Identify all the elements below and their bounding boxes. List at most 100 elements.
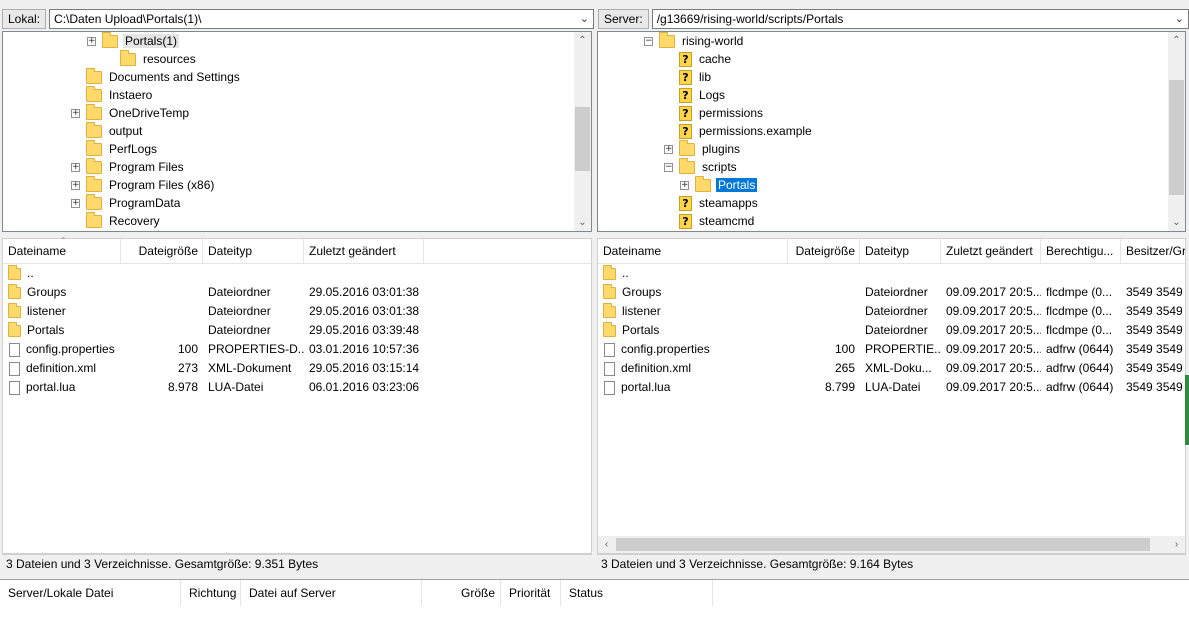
cell-name: Portals xyxy=(3,321,121,340)
tree-item[interactable]: + plugins xyxy=(664,139,742,158)
cell-type: LUA-Datei xyxy=(208,380,264,394)
queue-col-file[interactable]: Server/Lokale Datei xyxy=(0,580,181,606)
scroll-thumb[interactable] xyxy=(616,538,1150,551)
tree-item[interactable]: + Program Files (x86) xyxy=(71,175,216,194)
scroll-down-icon[interactable]: ⌄ xyxy=(1168,214,1185,231)
cell-type: Dateiordner xyxy=(208,304,271,318)
col-header-type[interactable]: Dateityp xyxy=(860,239,941,263)
tree-item[interactable]: − scripts xyxy=(664,157,739,176)
queue-col-direction[interactable]: Richtung xyxy=(181,580,241,606)
scroll-thumb[interactable] xyxy=(575,107,590,171)
table-row[interactable]: definition.xml 273 XML-Dokument 29.05.2016 … xyxy=(3,359,591,378)
queue-col-status[interactable]: Status xyxy=(561,580,713,606)
tree-item[interactable]: + Portals xyxy=(680,175,758,194)
scroll-right-icon[interactable]: › xyxy=(1168,536,1185,553)
remote-directory-tree[interactable]: − rising-world? cache? lib? Logs? permissions… xyxy=(597,31,1186,232)
tree-item[interactable]: + OneDriveTemp xyxy=(71,103,191,122)
collapse-icon[interactable]: − xyxy=(664,162,673,172)
tree-item[interactable]: − rising-world xyxy=(644,32,745,50)
expand-icon[interactable]: + xyxy=(87,36,96,46)
tree-item[interactable]: Recovery xyxy=(71,211,162,230)
table-row[interactable]: Groups Dateiordner 09.09.2017 20:5... flcdm… xyxy=(598,283,1185,302)
table-row[interactable]: config.properties 100 PROPERTIES-D... 03.01… xyxy=(3,340,591,359)
cell-size xyxy=(788,264,860,283)
tree-item[interactable]: ? steamcmd xyxy=(664,212,756,230)
transfer-queue[interactable]: Server/Lokale Datei Richtung Datei auf S… xyxy=(0,579,1189,636)
folder-icon xyxy=(603,264,616,280)
chevron-down-icon[interactable]: ⌄ xyxy=(580,12,589,25)
scroll-thumb[interactable] xyxy=(1169,80,1184,195)
remote-list-hscrollbar[interactable]: ‹ › xyxy=(598,536,1185,553)
col-header-name[interactable]: Dateiname xyxy=(598,239,788,263)
remote-path-input[interactable]: /g13669/rising-world/scripts/Portals xyxy=(657,12,844,26)
remote-path-combo[interactable]: /g13669/rising-world/scripts/Portals ⌄ xyxy=(651,9,1189,29)
local-path-input[interactable]: C:\Daten Upload\Portals(1)\ xyxy=(54,12,201,26)
table-row[interactable]: portal.lua 8.978 LUA-Datei 06.01.2016 03:23… xyxy=(3,378,591,397)
col-header-size[interactable]: Dateigröße xyxy=(788,239,860,263)
tree-item[interactable]: output xyxy=(71,121,144,140)
tree-item[interactable]: resources xyxy=(105,49,198,68)
col-header-permissions[interactable]: Berechtigu... xyxy=(1041,239,1121,263)
table-row[interactable]: Portals Dateiordner 29.05.2016 03:39:48 xyxy=(3,321,591,340)
col-header-modified[interactable]: Zuletzt geändert xyxy=(304,239,424,264)
cell-modified: 06.01.2016 03:23:06 xyxy=(309,380,420,394)
expand-icon[interactable]: + xyxy=(680,180,689,190)
tree-item[interactable]: ? Logs xyxy=(664,86,727,104)
col-header-type[interactable]: Dateityp xyxy=(203,239,304,264)
queue-col-size[interactable]: Größe xyxy=(422,580,501,606)
local-path-combo[interactable]: C:\Daten Upload\Portals(1)\ ⌄ xyxy=(49,9,594,29)
expand-icon[interactable]: + xyxy=(71,198,80,208)
tree-item[interactable]: ? permissions xyxy=(664,104,765,122)
table-row[interactable]: listener Dateiordner 29.05.2016 03:01:38 xyxy=(3,302,591,321)
tree-item[interactable]: + Program Files xyxy=(71,157,186,176)
queue-col-priority[interactable]: Priorität xyxy=(501,580,561,606)
remote-file-list[interactable]: Dateiname Dateigröße Dateityp Zuletzt ge… xyxy=(597,238,1186,554)
expand-icon[interactable]: + xyxy=(71,162,80,172)
scroll-up-icon[interactable]: ⌃ xyxy=(1168,32,1185,49)
cell-type: LUA-Datei xyxy=(865,380,921,394)
tree-item[interactable]: PerfLogs xyxy=(71,139,159,158)
scroll-down-icon[interactable]: ⌄ xyxy=(574,214,591,231)
col-header-size[interactable]: Dateigröße xyxy=(121,239,203,264)
tree-connector xyxy=(105,55,114,64)
col-header-owner[interactable]: Besitzer/Gr... xyxy=(1121,239,1185,263)
tree-item[interactable]: ? cache xyxy=(664,50,733,68)
tree-item[interactable]: Documents and Settings xyxy=(71,67,242,86)
tree-item[interactable]: + Portals(1) xyxy=(87,32,180,50)
tree-item[interactable]: ? permissions.example xyxy=(664,122,814,140)
expand-icon[interactable]: + xyxy=(71,108,80,118)
table-row[interactable]: .. xyxy=(598,264,1185,283)
col-header-modified[interactable]: Zuletzt geändert xyxy=(941,239,1041,263)
queue-col-remote-file[interactable]: Datei auf Server xyxy=(241,580,422,606)
local-tree-scrollbar[interactable]: ⌃ ⌄ xyxy=(574,32,591,231)
tree-item[interactable]: ? lib xyxy=(664,68,713,86)
folder-icon xyxy=(603,321,616,337)
table-row[interactable]: Groups Dateiordner 29.05.2016 03:01:38 xyxy=(3,283,591,302)
table-row[interactable]: config.properties 100 PROPERTIE... 09.09.20… xyxy=(598,340,1185,359)
table-row[interactable]: listener Dateiordner 09.09.2017 20:5... flc… xyxy=(598,302,1185,321)
expand-icon[interactable]: + xyxy=(71,180,80,190)
table-row[interactable]: definition.xml 265 XML-Doku... 09.09.2017 2… xyxy=(598,359,1185,378)
collapse-icon[interactable]: − xyxy=(644,36,653,46)
tree-item-label: Program Files (x86) xyxy=(109,178,215,192)
cell-modified: 29.05.2016 03:39:48 xyxy=(309,323,420,337)
local-directory-tree[interactable]: + Portals(1) resources Documents and Settin… xyxy=(2,31,592,232)
table-row[interactable]: portal.lua 8.799 LUA-Datei 09.09.2017 20:5.… xyxy=(598,378,1185,397)
table-row[interactable]: Portals Dateiordner 09.09.2017 20:5... flcd… xyxy=(598,321,1185,340)
file-name: definition.xml xyxy=(621,361,692,375)
expand-icon[interactable]: + xyxy=(664,144,673,154)
tree-item[interactable]: ? steamapps xyxy=(664,194,760,212)
scroll-left-icon[interactable]: ‹ xyxy=(598,536,615,553)
local-file-list[interactable]: ⌃ Dateiname Dateigröße Dateityp Zuletzt … xyxy=(2,236,592,554)
scroll-up-icon[interactable]: ⌃ xyxy=(574,32,591,49)
tree-item[interactable]: + ProgramData xyxy=(71,193,182,212)
cell-size: 265 xyxy=(834,361,855,375)
cell-modified: 09.09.2017 20:5... xyxy=(946,342,1041,356)
remote-tree-scrollbar[interactable]: ⌃ ⌄ xyxy=(1168,32,1185,231)
file-icon xyxy=(9,361,20,376)
chevron-down-icon[interactable]: ⌄ xyxy=(1175,12,1184,25)
table-row[interactable]: .. xyxy=(3,264,591,283)
tree-item[interactable]: Instaero xyxy=(71,85,154,104)
col-header-name[interactable]: Dateiname xyxy=(3,239,121,264)
tree-connector xyxy=(664,109,673,118)
